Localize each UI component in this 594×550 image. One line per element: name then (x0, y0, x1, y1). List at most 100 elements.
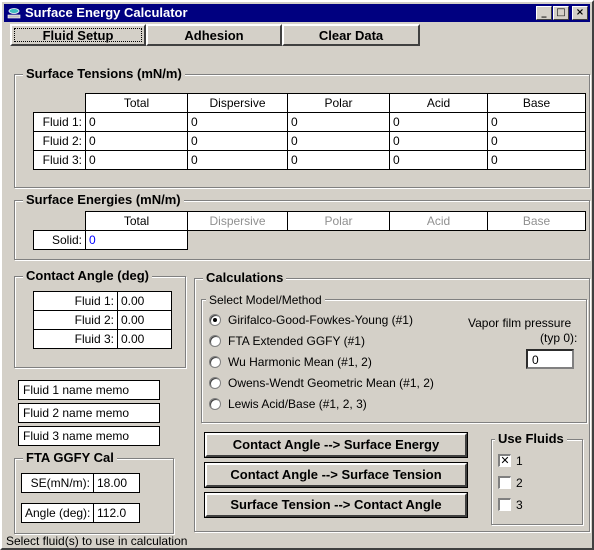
fta-ggfy-cal-title: FTA GGFY Cal (23, 450, 117, 466)
surface-energies-title: Surface Energies (mN/m) (23, 192, 184, 208)
tab-clear-data[interactable]: Clear Data (282, 24, 420, 46)
fluid2-polar-cell[interactable]: 0 (287, 131, 390, 151)
title-bar[interactable]: Surface Energy Calculator _ □ × (4, 4, 590, 22)
fluid2-dispersive-cell[interactable]: 0 (187, 131, 288, 151)
angle-label: Angle (deg): (21, 503, 94, 523)
table-row: Fluid 1: 0.00 (33, 291, 172, 311)
model-radio-owens-wendt[interactable] (209, 377, 221, 389)
col-dispersive: Dispersive (187, 93, 288, 113)
contact-angle-title: Contact Angle (deg) (23, 268, 153, 284)
model-radio-wu-harmonic[interactable] (209, 356, 221, 368)
vapor-pressure-input[interactable]: 0 (526, 349, 574, 369)
fluid3-polar-cell[interactable]: 0 (287, 150, 390, 170)
table-row: Fluid 3: 0.00 (33, 329, 172, 349)
col-base: Base (487, 211, 586, 231)
se-label: SE(mN/m): (21, 473, 94, 493)
app-window: Surface Energy Calculator _ □ × Fluid Se… (0, 0, 594, 550)
use-fluid3-label: 3 (516, 498, 523, 512)
contact-angle-group: Contact Angle (deg) Fluid 1: 0.00 Fluid … (14, 268, 186, 368)
fluid3-angle-cell[interactable]: 0.00 (117, 329, 172, 349)
fluid3-acid-cell[interactable]: 0 (389, 150, 488, 170)
model-radio-lewis[interactable] (209, 398, 221, 410)
model-method-title: Select Model/Method (206, 292, 325, 308)
model-radio-fta-extended[interactable] (209, 335, 221, 347)
window-title: Surface Energy Calculator (25, 5, 188, 20)
model-radio-ggfy[interactable] (209, 314, 221, 326)
use-fluid1-label: 1 (516, 454, 523, 468)
use-fluids-group: Use Fluids ✕ 1 2 3 (491, 431, 583, 525)
model-label-owens-wendt: Owens-Wendt Geometric Mean (#1, 2) (228, 376, 434, 390)
contact-angle-table: Fluid 1: 0.00 Fluid 2: 0.00 Fluid 3: 0.0… (33, 291, 172, 349)
col-acid: Acid (389, 93, 488, 113)
close-button[interactable]: × (572, 6, 588, 20)
fluid3-dispersive-cell[interactable]: 0 (187, 150, 288, 170)
col-total: Total (85, 211, 188, 231)
col-dispersive: Dispersive (187, 211, 288, 231)
fluid1-total-cell[interactable]: 0 (85, 112, 188, 132)
col-polar: Polar (287, 93, 390, 113)
contact-angle-to-surface-tension-button[interactable]: Contact Angle --> Surface Tension (205, 463, 467, 487)
surface-tensions-group: Surface Tensions (mN/m) Total Dispersive… (14, 66, 590, 188)
calculations-group: Calculations Select Model/Method Girifal… (194, 270, 590, 532)
row-label: Fluid 3: (33, 150, 86, 170)
tab-adhesion[interactable]: Adhesion (146, 24, 282, 46)
row-label: Solid: (33, 230, 86, 250)
model-label-ggfy: Girifalco-Good-Fowkes-Young (#1) (228, 313, 413, 327)
fluid3-name-memo[interactable]: Fluid 3 name memo (18, 426, 160, 446)
row-label: Fluid 1: (33, 291, 118, 311)
table-row: Fluid 3: 0 0 0 0 0 (33, 150, 586, 170)
angle-value-field[interactable]: 112.0 (93, 503, 140, 523)
fluid2-base-cell[interactable]: 0 (487, 131, 586, 151)
maximize-button[interactable]: □ (553, 6, 569, 20)
calculations-title: Calculations (203, 270, 287, 286)
fta-ggfy-cal-group: FTA GGFY Cal SE(mN/m): 18.00 Angle (deg)… (14, 450, 174, 534)
row-label: Fluid 3: (33, 329, 118, 349)
row-label: Fluid 2: (33, 310, 118, 330)
model-method-group: Select Model/Method Girifalco-Good-Fowke… (201, 292, 587, 423)
table-row: Fluid 2: 0 0 0 0 0 (33, 131, 586, 151)
col-polar: Polar (287, 211, 390, 231)
row-label: Fluid 1: (33, 112, 86, 132)
fluid1-base-cell[interactable]: 0 (487, 112, 586, 132)
model-label-wu-harmonic: Wu Harmonic Mean (#1, 2) (228, 355, 372, 369)
surface-energies-table: Total Dispersive Polar Acid Base Solid: … (33, 211, 586, 250)
model-label-lewis: Lewis Acid/Base (#1, 2, 3) (228, 397, 367, 411)
col-total: Total (85, 93, 188, 113)
fluid2-name-memo[interactable]: Fluid 2 name memo (18, 403, 160, 423)
status-bar: Select fluid(s) to use in calculation (6, 534, 188, 548)
use-fluid2-checkbox[interactable] (498, 476, 511, 489)
se-value-field[interactable]: 18.00 (93, 473, 140, 493)
contact-angle-to-surface-energy-button[interactable]: Contact Angle --> Surface Energy (205, 433, 467, 457)
fluid1-polar-cell[interactable]: 0 (287, 112, 390, 132)
use-fluids-title: Use Fluids (495, 431, 567, 447)
use-fluid2-label: 2 (516, 476, 523, 490)
fta-se-table: SE(mN/m): 18.00 (21, 473, 140, 493)
fta-angle-table: Angle (deg): 112.0 (21, 503, 140, 523)
fluid3-total-cell[interactable]: 0 (85, 150, 188, 170)
use-fluid1-checkbox[interactable]: ✕ (498, 454, 511, 467)
col-base: Base (487, 93, 586, 113)
use-fluid3-checkbox[interactable] (498, 498, 511, 511)
vapor-pressure-label: Vapor film pressure (468, 316, 572, 330)
surface-tensions-table: Total Dispersive Polar Acid Base Fluid 1… (33, 93, 586, 170)
surface-tension-to-contact-angle-button[interactable]: Surface Tension --> Contact Angle (205, 493, 467, 517)
minimize-button[interactable]: _ (536, 6, 552, 20)
table-row: Fluid 1: 0 0 0 0 0 (33, 112, 586, 132)
fluid1-name-memo[interactable]: Fluid 1 name memo (18, 380, 160, 400)
row-label: Fluid 2: (33, 131, 86, 151)
table-row: Solid: 0 (33, 230, 586, 250)
fluid2-total-cell[interactable]: 0 (85, 131, 188, 151)
vapor-pressure-typ-label: (typ 0): (540, 331, 578, 345)
fluid1-acid-cell[interactable]: 0 (389, 112, 488, 132)
fluid1-dispersive-cell[interactable]: 0 (187, 112, 288, 132)
app-icon (7, 8, 21, 19)
fluid3-base-cell[interactable]: 0 (487, 150, 586, 170)
tab-fluid-setup[interactable]: Fluid Setup (10, 24, 146, 46)
col-acid: Acid (389, 211, 488, 231)
fluid1-angle-cell[interactable]: 0.00 (117, 291, 172, 311)
fluid2-angle-cell[interactable]: 0.00 (117, 310, 172, 330)
fluid2-acid-cell[interactable]: 0 (389, 131, 488, 151)
solid-total-cell: 0 (85, 230, 188, 250)
surface-tensions-title: Surface Tensions (mN/m) (23, 66, 185, 82)
table-row: Fluid 2: 0.00 (33, 310, 172, 330)
